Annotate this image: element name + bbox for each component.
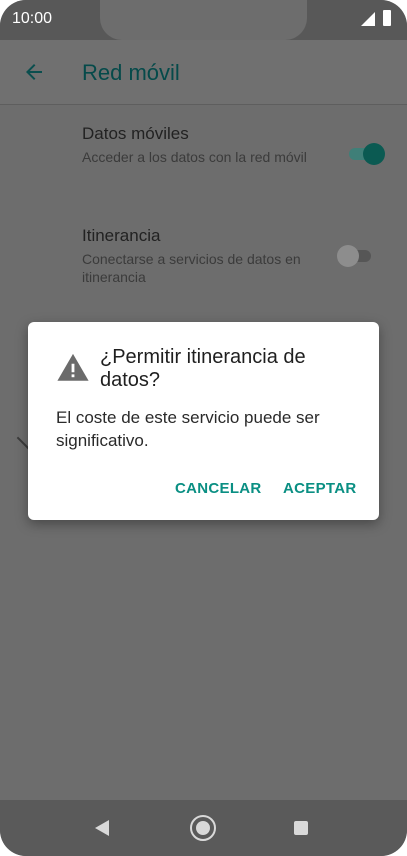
page-title: Red móvil: [82, 60, 180, 85]
dialog-message: El coste de este servicio puede ser sign…: [56, 408, 320, 450]
setting-row-roaming[interactable]: Itinerancia Conectarse a servicios de da…: [82, 226, 332, 286]
nav-recent-apps-icon[interactable]: [294, 821, 308, 835]
status-time: 10:00: [12, 10, 53, 27]
phone-screen: 10:00 Red móvil Datos móviles Acceder a …: [0, 0, 407, 856]
battery-icon: [383, 10, 391, 26]
roaming-switch[interactable]: [337, 244, 377, 268]
navigation-bar: [0, 800, 407, 856]
nav-back-icon[interactable]: [95, 820, 109, 836]
toolbar: Red móvil: [0, 40, 407, 105]
setting-summary: Conectarse a servicios de datos en itine…: [82, 251, 301, 285]
setting-title: Itinerancia: [82, 226, 161, 245]
warning-icon: [57, 353, 89, 381]
switch-thumb: [337, 245, 359, 267]
status-bar: 10:00: [0, 0, 407, 40]
mobile-data-switch[interactable]: [347, 142, 387, 166]
cancel-button[interactable]: CANCELAR: [175, 480, 262, 497]
signal-icon: [361, 12, 375, 26]
dialog-title: ¿Permitir itinerancia de datos?: [100, 346, 306, 391]
setting-title: Datos móviles: [82, 124, 189, 143]
nav-home-icon[interactable]: [190, 815, 216, 841]
accept-button[interactable]: ACEPTAR: [283, 480, 357, 497]
setting-row-mobile-data[interactable]: Datos móviles Acceder a los datos con la…: [82, 124, 332, 166]
switch-thumb: [363, 143, 385, 165]
roaming-dialog: ¿Permitir itinerancia de datos? El coste…: [28, 322, 379, 520]
arrow-left-icon[interactable]: [22, 60, 46, 84]
setting-summary: Acceder a los datos con la red móvil: [82, 149, 307, 165]
camera-notch: [100, 0, 307, 40]
